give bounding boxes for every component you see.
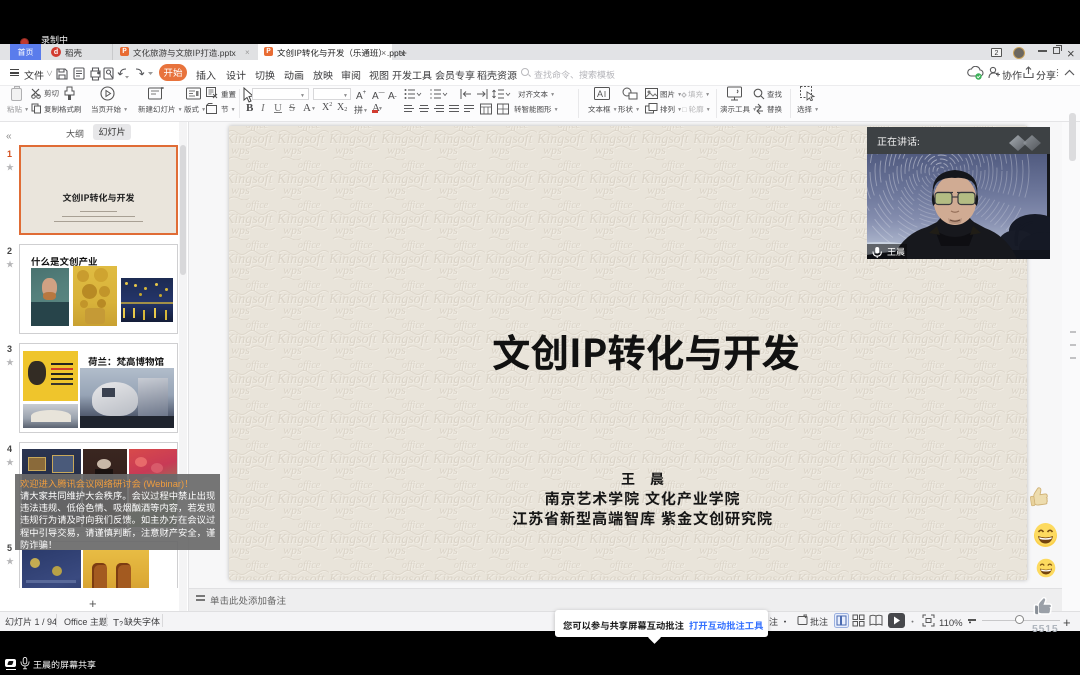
- svg-text:A: A: [597, 89, 603, 99]
- svg-text:王晨: 王晨: [887, 245, 905, 258]
- svg-text:正在讲话:: 正在讲话:: [877, 133, 920, 148]
